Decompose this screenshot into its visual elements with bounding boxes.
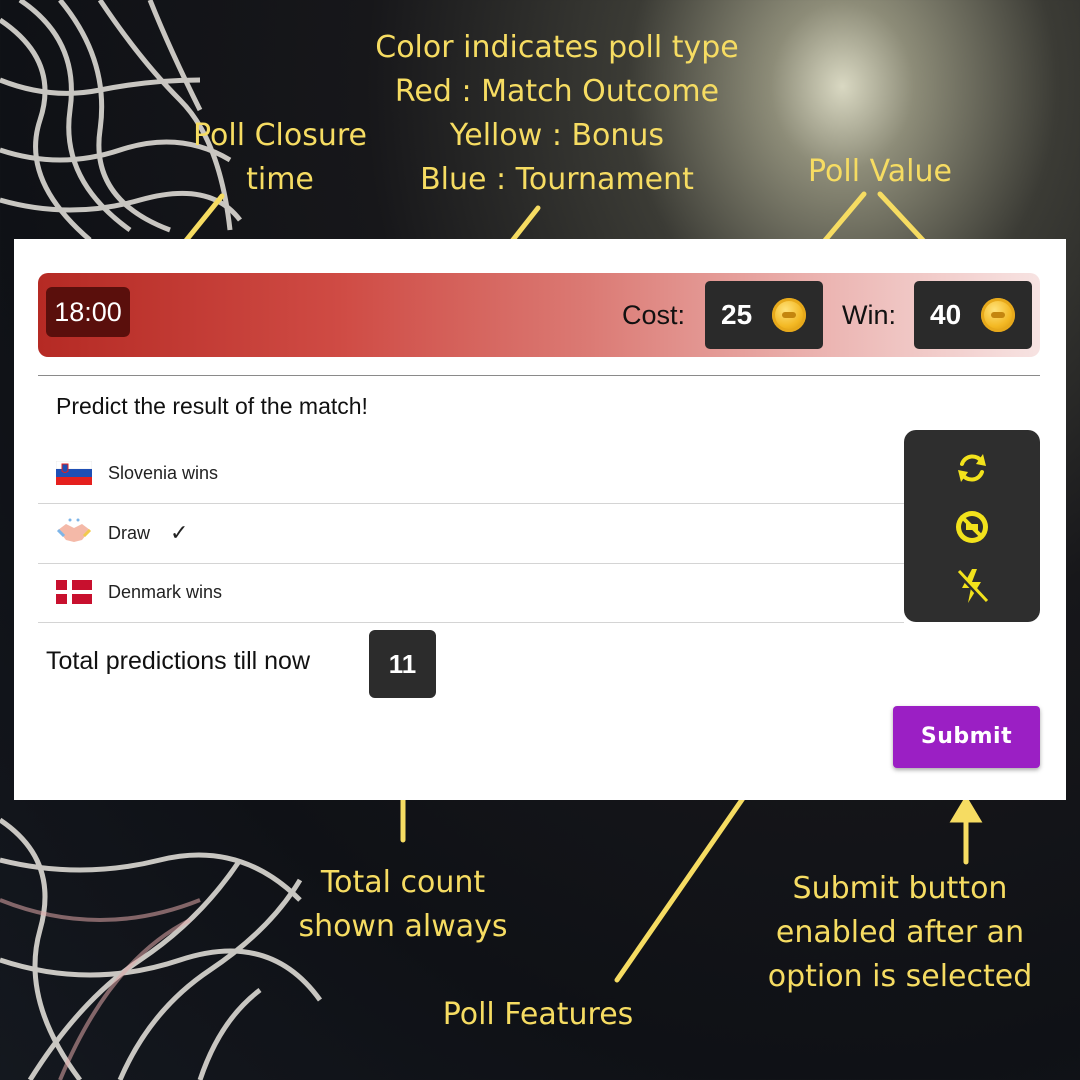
total-count-annotation: Total count shown always — [283, 861, 523, 949]
slovenia-flag-icon — [56, 461, 92, 485]
annotation-line: Submit button — [792, 871, 1008, 906]
denmark-flag-icon — [56, 580, 92, 604]
option-label: Denmark wins — [108, 582, 223, 602]
option-slovenia[interactable]: Slovenia wins — [38, 444, 904, 504]
closure-time-annotation: Poll Closure time — [170, 114, 390, 202]
annotation-line: enabled after an — [775, 915, 1025, 950]
poll-card: 18:00 Cost: 25 Win: 40 Predict the resul… — [14, 239, 1066, 800]
divider — [38, 375, 1040, 376]
win-box: 40 — [914, 281, 1032, 349]
annotation-line: shown always — [298, 909, 508, 944]
flash-off-icon[interactable] — [950, 564, 994, 608]
annotation-line: Total count — [320, 865, 486, 900]
selected-check-icon: ✓ — [170, 521, 189, 546]
annotation-line: Poll Closure — [193, 118, 367, 153]
poll-features-panel — [904, 430, 1040, 622]
annotation-line: Color indicates poll type — [375, 30, 739, 65]
submit-button[interactable]: Submit — [893, 706, 1040, 768]
option-label: Draw — [108, 523, 151, 543]
total-predictions-count: 11 — [369, 630, 436, 698]
coin-icon — [772, 298, 806, 332]
option-denmark[interactable]: Denmark wins — [38, 563, 904, 623]
cost-value: 25 — [721, 299, 753, 330]
poll-header: 18:00 Cost: 25 Win: 40 — [38, 273, 1040, 357]
poll-value-annotation: Poll Value — [808, 154, 952, 189]
win-label: Win: — [842, 300, 896, 330]
handshake-icon — [56, 518, 92, 542]
option-draw[interactable]: Draw ✓ — [38, 504, 904, 564]
option-label: Slovenia wins — [108, 463, 219, 483]
cost-label: Cost: — [622, 300, 686, 330]
cost-box: 25 — [705, 281, 823, 349]
poll-question: Predict the result of the match! — [56, 393, 368, 419]
annotation-line: Red : Match Outcome — [394, 74, 720, 109]
no-ads-icon[interactable] — [950, 505, 994, 549]
poll-features-annotation: Poll Features — [442, 997, 634, 1032]
win-value: 40 — [930, 299, 962, 330]
annotation-line: option is selected — [767, 959, 1033, 994]
total-predictions-label: Total predictions till now — [46, 647, 311, 675]
annotation-line: time — [246, 162, 314, 197]
submit-note-annotation: Submit button enabled after an option is… — [760, 867, 1040, 999]
coin-icon — [981, 298, 1015, 332]
poll-closure-timer: 18:00 — [46, 287, 130, 337]
refresh-icon[interactable] — [950, 446, 994, 490]
